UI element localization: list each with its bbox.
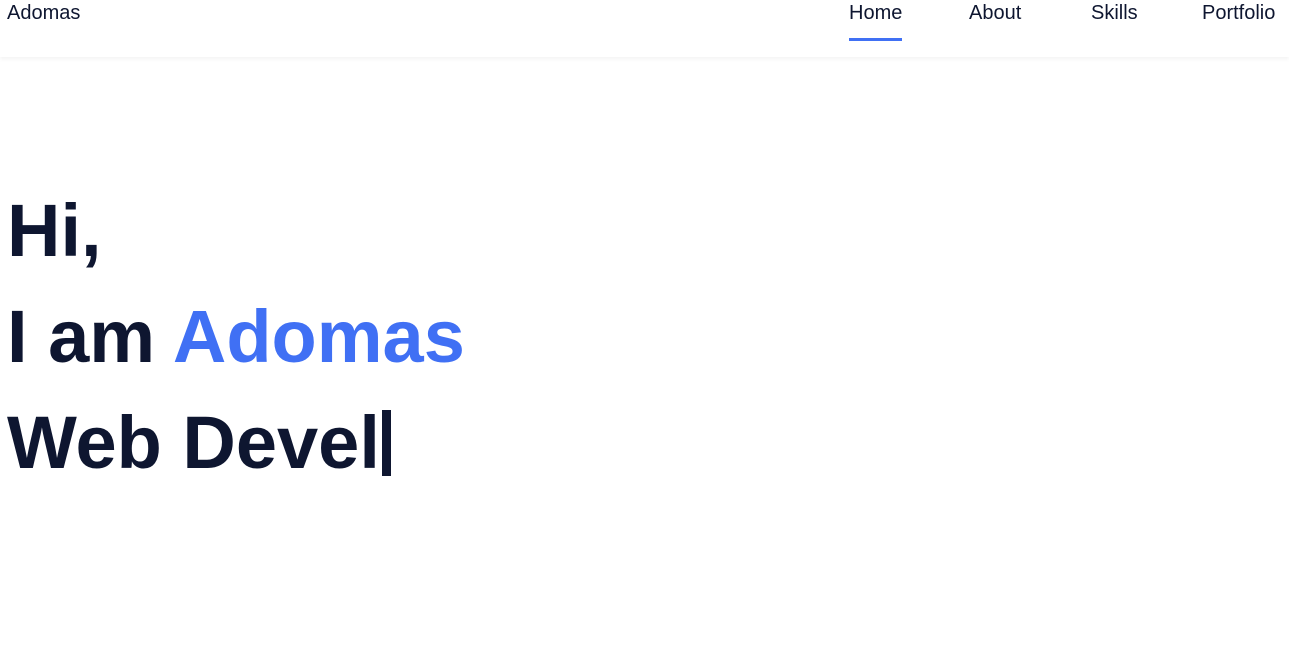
hero-intro-line: I am Adomas [7,284,465,390]
site-logo[interactable]: Adomas [7,2,80,25]
hero-heading: Hi, I am Adomas Web Devel [7,178,465,496]
nav-link-about[interactable]: About [969,2,1021,25]
hero-typed-text: Web Devel [7,401,380,484]
hero-greeting: Hi, [7,189,102,272]
top-navbar: Adomas Home About Skills Portfolio [0,0,1289,57]
typing-caret [381,410,391,476]
nav-link-skills[interactable]: Skills [1091,2,1138,25]
hero-name: Adomas [172,295,465,378]
nav-link-home[interactable]: Home [849,2,903,41]
hero-typed-line: Web Devel [7,390,465,496]
nav-link-portfolio[interactable]: Portfolio [1202,2,1275,25]
hero-intro: I am [7,295,156,378]
